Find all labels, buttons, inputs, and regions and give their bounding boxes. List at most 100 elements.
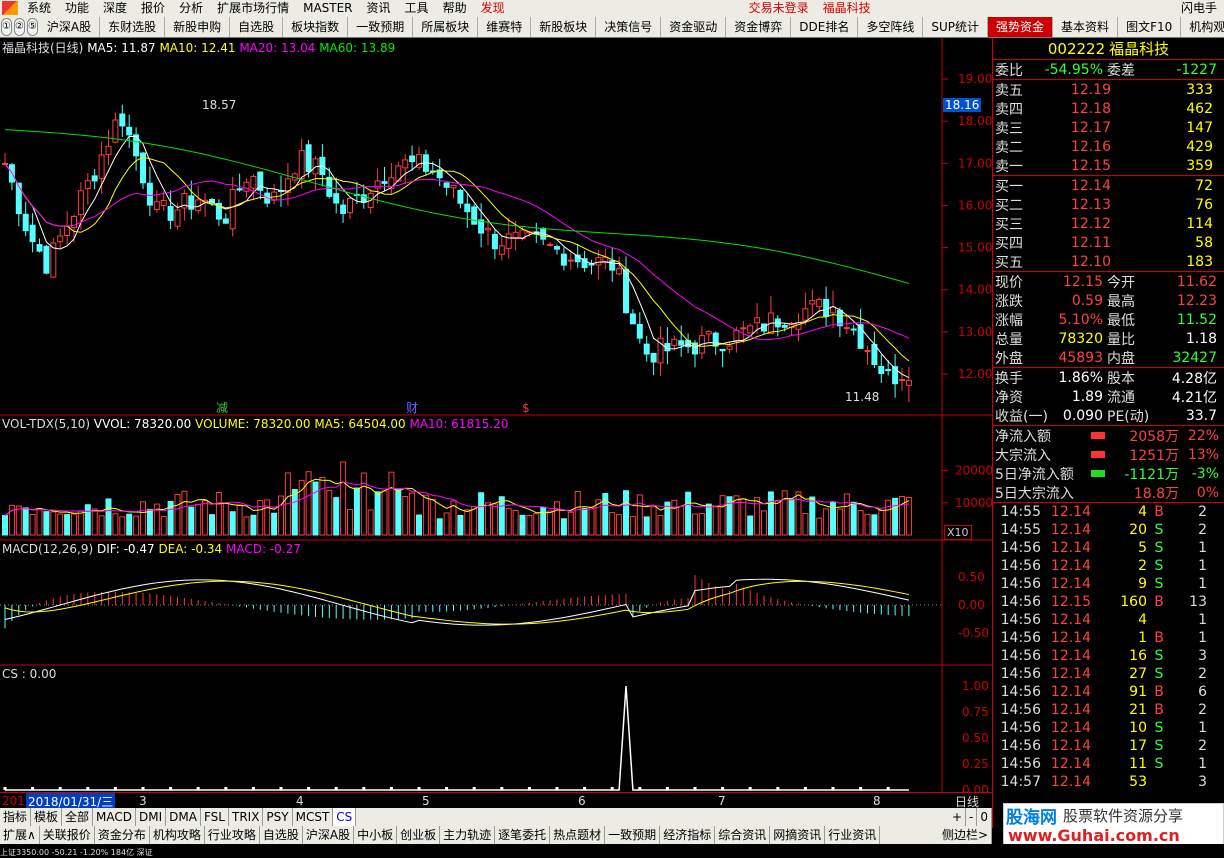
cs-marker bbox=[831, 787, 835, 790]
tab-4[interactable]: 板块指数 bbox=[283, 16, 349, 37]
volume-bar bbox=[250, 514, 257, 536]
price-cursor-tag: 18.16 bbox=[943, 98, 982, 112]
tab-12[interactable]: DDE排名 bbox=[791, 16, 859, 37]
chart-area[interactable]: 19.00 18.00 17.00 16.00 15.00 14.00 13.00 12.00… bbox=[0, 38, 993, 797]
volume-bar bbox=[636, 494, 643, 536]
tick-count: 1 bbox=[1198, 756, 1207, 772]
tab-1[interactable]: 东财选股 bbox=[100, 16, 166, 37]
volume-bar bbox=[77, 510, 84, 536]
tick-count: 2 bbox=[1198, 504, 1207, 520]
indicator-tab-7[interactable]: TRIX bbox=[229, 808, 264, 826]
menu-master[interactable]: MASTER bbox=[296, 0, 359, 16]
bottom-tab-15[interactable]: 网摘资讯 bbox=[770, 826, 826, 844]
bid-volume: 183 bbox=[1186, 253, 1213, 270]
trade-status[interactable]: 交易未登录 bbox=[742, 0, 816, 16]
menu-tools[interactable]: 工具 bbox=[398, 0, 436, 16]
tick-row: 14:56 12.14 1 B 1 bbox=[993, 629, 1224, 647]
tab-5[interactable]: 一致预期 bbox=[348, 16, 414, 37]
tab-13[interactable]: 多空阵线 bbox=[858, 16, 924, 37]
tab-7[interactable]: 维赛特 bbox=[478, 16, 532, 37]
period-label[interactable]: 日线 bbox=[942, 792, 992, 809]
tab-6[interactable]: 所属板块 bbox=[413, 16, 479, 37]
bottom-tab-12[interactable]: 一致预期 bbox=[605, 826, 661, 844]
chart-canvas[interactable]: 19.00 18.00 17.00 16.00 15.00 14.00 13.00 12.00… bbox=[0, 38, 993, 797]
volume-bar bbox=[754, 497, 761, 536]
bottom-tab-10[interactable]: 逐笔委托 bbox=[495, 826, 551, 844]
menu-discover[interactable]: 发现 bbox=[474, 0, 512, 16]
tab-3[interactable]: 自选股 bbox=[230, 16, 284, 37]
tab-8[interactable]: 新股板块 bbox=[531, 16, 597, 37]
menu-flash-trade[interactable]: 闪电手 bbox=[1174, 0, 1224, 16]
tick-price: 12.14 bbox=[1050, 648, 1091, 664]
stat-value: 5.10% bbox=[1058, 311, 1103, 328]
bottom-tab-13[interactable]: 经济指标 bbox=[660, 826, 716, 844]
zoom-button-2[interactable]: 0 bbox=[977, 808, 992, 826]
stock-code: 002222 bbox=[1047, 39, 1106, 58]
sidebar-toggle[interactable]: 侧边栏> bbox=[939, 826, 992, 844]
menu-help[interactable]: 帮助 bbox=[436, 0, 474, 16]
quick-key-2[interactable]: ② bbox=[13, 17, 25, 36]
menu-depth[interactable]: 深度 bbox=[96, 0, 134, 16]
indicator-tab-9[interactable]: MCST bbox=[293, 808, 334, 826]
bid-price: 12.11 bbox=[1070, 234, 1111, 251]
tab-10[interactable]: 资金驱动 bbox=[661, 16, 727, 37]
menu-function[interactable]: 功能 bbox=[58, 0, 96, 16]
bottom-tab-11[interactable]: 热点题材 bbox=[550, 826, 606, 844]
tab-17[interactable]: 图文F10 bbox=[1118, 16, 1182, 37]
indicator-tab-0[interactable]: 指标 bbox=[0, 808, 32, 826]
bottom-tab-2[interactable]: 资金分布 bbox=[95, 826, 150, 844]
bottom-tab-6[interactable]: 沪深A股 bbox=[303, 826, 355, 844]
bottom-tab-8[interactable]: 创业板 bbox=[397, 826, 441, 844]
bottom-tab-5[interactable]: 自选股 bbox=[260, 826, 303, 844]
volume-bar bbox=[278, 495, 284, 536]
bottom-tab-9[interactable]: 主力轨迹 bbox=[440, 826, 496, 844]
bottom-tab-0[interactable]: 扩展∧ bbox=[0, 826, 40, 844]
bottom-tab-16[interactable]: 行业资讯 bbox=[825, 826, 881, 844]
timeline-bar[interactable]: 201 2018/01/31/三 3 4 5 6 7 8 bbox=[0, 792, 942, 810]
indicator-tab-5[interactable]: DMA bbox=[166, 808, 201, 826]
indicator-tab-2[interactable]: 全部 bbox=[62, 808, 94, 826]
indicator-tab-8[interactable]: PSY bbox=[263, 808, 293, 826]
indicator-tab-4[interactable]: DMI bbox=[136, 808, 167, 826]
indicator-tab-3[interactable]: MACD bbox=[93, 808, 137, 826]
volume-bar bbox=[64, 514, 71, 536]
price-tick-label: 13.00 bbox=[958, 325, 992, 339]
tab-15[interactable]: 强势资金 bbox=[988, 16, 1054, 37]
zoom-button-0[interactable]: + bbox=[949, 808, 967, 826]
flow-percent: 13% bbox=[1187, 446, 1219, 463]
bottom-tab-1[interactable]: 关联报价 bbox=[40, 826, 95, 844]
tab-18[interactable]: 机构观 bbox=[1181, 17, 1224, 37]
flow-row: 5日净流入额 -1121万 -3% bbox=[993, 464, 1224, 483]
tick-price: 12.14 bbox=[1050, 756, 1091, 772]
quick-key-5[interactable]: ⑤ bbox=[26, 17, 38, 36]
menu-extended-market[interactable]: 扩展市场行情 bbox=[210, 0, 296, 16]
bottom-tab-14[interactable]: 综合资讯 bbox=[715, 826, 771, 844]
indicator-tab-6[interactable]: FSL bbox=[201, 808, 229, 826]
quick-key-1[interactable]: ① bbox=[1, 17, 12, 36]
volume-bar bbox=[422, 494, 429, 536]
indicator-tab-1[interactable]: 模板 bbox=[31, 808, 63, 826]
tab-14[interactable]: SUP统计 bbox=[923, 16, 989, 37]
zoom-button-1[interactable]: - bbox=[966, 808, 978, 826]
volume-bar bbox=[485, 502, 491, 536]
bottom-tab-7[interactable]: 中小板 bbox=[354, 826, 398, 844]
bottom-tab-4[interactable]: 行业攻略 bbox=[205, 826, 260, 844]
menu-quote[interactable]: 报价 bbox=[134, 0, 172, 16]
tab-2[interactable]: 新股申购 bbox=[165, 16, 231, 37]
menu-system[interactable]: 系统 bbox=[20, 0, 58, 16]
tick-price: 12.14 bbox=[1050, 666, 1091, 682]
indicator-tab-10[interactable]: CS bbox=[333, 808, 357, 826]
menu-analysis[interactable]: 分析 bbox=[172, 0, 210, 16]
bottom-tab-3[interactable]: 机构攻略 bbox=[150, 826, 205, 844]
weicha-value: -1227 bbox=[1176, 61, 1217, 78]
tab-9[interactable]: 决策信号 bbox=[596, 16, 662, 37]
tab-16[interactable]: 基本资料 bbox=[1053, 16, 1119, 37]
volume-vvol: VVOL: 78320.00 bbox=[93, 417, 192, 431]
menu-info[interactable]: 资讯 bbox=[360, 0, 398, 16]
candle-body bbox=[726, 345, 733, 350]
cs-marker bbox=[169, 787, 173, 790]
tab-11[interactable]: 资金博弈 bbox=[726, 16, 792, 37]
tab-0[interactable]: 沪深A股 bbox=[39, 16, 101, 37]
kline-ma20: MA20: 13.04 bbox=[239, 41, 316, 55]
volume-bar bbox=[616, 514, 623, 536]
